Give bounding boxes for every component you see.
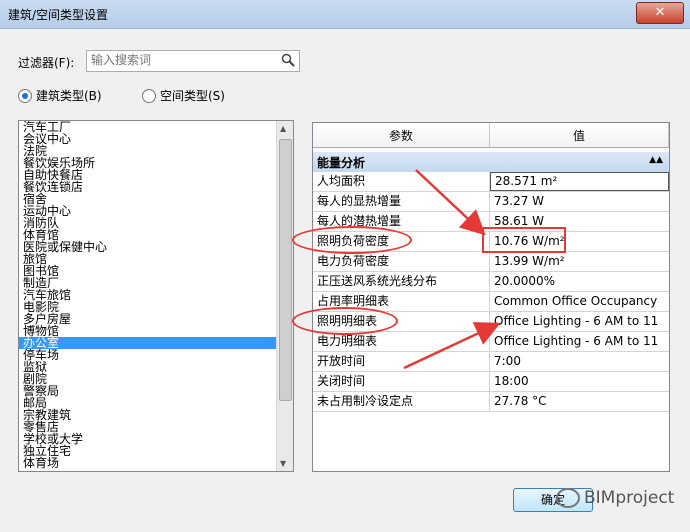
title-bar: 建筑/空间类型设置 ✕ xyxy=(0,0,690,29)
param-name: 开放时间 xyxy=(313,352,490,371)
list-item[interactable]: 监狱 xyxy=(19,361,293,373)
table-row: 人均面积 28.571 m² xyxy=(313,172,669,192)
dialog-body: 过滤器(F): 建筑类型(B) 空间类型(S) 汽车工厂会议中心法院餐饮娱乐场所… xyxy=(6,30,684,526)
list-item[interactable]: 警察局 xyxy=(19,385,293,397)
param-value[interactable]: 13.99 W/m² xyxy=(490,252,669,271)
param-name: 每人的显热增量 xyxy=(313,192,490,211)
param-name: 电力负荷密度 xyxy=(313,252,490,271)
search-field[interactable] xyxy=(86,50,300,72)
scroll-up-icon[interactable]: ▲ xyxy=(280,124,286,133)
table-row: 关闭时间 18:00 xyxy=(313,372,669,392)
scroll-thumb[interactable] xyxy=(279,139,292,401)
list-item[interactable]: 独立住宅 xyxy=(19,445,293,457)
table-row: 每人的显热增量 73.27 W xyxy=(313,192,669,212)
radio-space-type[interactable]: 空间类型(S) xyxy=(142,87,225,104)
list-item[interactable]: 多户房屋 xyxy=(19,313,293,325)
table-row: 开放时间 7:00 xyxy=(313,352,669,372)
param-name: 正压送风系统光线分布 xyxy=(313,272,490,291)
param-value[interactable]: 28.571 m² xyxy=(490,172,669,191)
list-item[interactable]: 停车场 xyxy=(19,349,293,361)
grid-rows: 人均面积 28.571 m² 每人的显热增量 73.27 W 每人的潜热增量 58.61 … xyxy=(313,172,669,412)
list-item[interactable]: 图书馆 xyxy=(19,265,293,277)
window-title: 建筑/空间类型设置 xyxy=(8,8,109,22)
param-value[interactable]: Common Office Occupancy xyxy=(490,292,669,311)
close-button[interactable]: ✕ xyxy=(636,2,684,24)
table-row: 电力负荷密度 13.99 W/m² xyxy=(313,252,669,272)
column-header-value[interactable]: 值 xyxy=(490,123,669,147)
building-type-list[interactable]: 汽车工厂 会议中心 法院 餐饮娱乐场所 自助快餐店 餐饮连锁店 宿舍 运动中心 消防队 体育馆 医院… xyxy=(18,120,294,472)
radio-building-type-label: 建筑类型(B) xyxy=(36,89,102,103)
wechat-icon xyxy=(556,488,580,508)
list-item[interactable]: 会议中心 xyxy=(19,133,293,145)
group-label: 能量分析 xyxy=(317,155,366,170)
list-item[interactable]: 医院或保健中心 xyxy=(19,241,293,253)
grid-header: 参数 值 xyxy=(313,123,669,148)
table-row: 电力明细表 Office Lighting - 6 AM to 11 xyxy=(313,332,669,352)
list-items: 汽车工厂 会议中心 法院 餐饮娱乐场所 自助快餐店 餐饮连锁店 宿舍 运动中心 消防队 体育馆 医院… xyxy=(19,121,293,469)
collapse-icon[interactable]: ▲▲ xyxy=(649,155,663,165)
properties-grid: 参数 值 能量分析 ▲▲ 人均面积 28.571 m² 每人的显热增量 73.27 W… xyxy=(312,122,670,472)
list-item[interactable]: 旅馆 xyxy=(19,253,293,265)
radio-building-type[interactable]: 建筑类型(B) xyxy=(18,87,102,104)
list-scrollbar[interactable]: ▲ ▼ xyxy=(276,121,293,471)
search-icon[interactable] xyxy=(281,53,295,67)
table-row: 未占用制冷设定点 27.78 °C xyxy=(313,392,669,412)
column-header-parameter[interactable]: 参数 xyxy=(313,123,490,147)
watermark: BIMproject xyxy=(556,488,674,508)
radio-unselected-icon xyxy=(142,88,156,103)
annotation-ellipse-lighting-density xyxy=(292,226,412,254)
list-item[interactable]: 消防队 xyxy=(19,217,293,229)
list-item[interactable]: 运动中心 xyxy=(19,205,293,217)
param-value[interactable]: Office Lighting - 6 AM to 11 xyxy=(490,312,669,331)
annotation-box-lighting-density xyxy=(482,227,566,253)
scroll-down-icon[interactable]: ▼ xyxy=(280,459,286,468)
param-name: 未占用制冷设定点 xyxy=(313,392,490,411)
list-item[interactable]: 博物馆 xyxy=(19,325,293,337)
list-item[interactable]: 宗教建筑 xyxy=(19,409,293,421)
search-input[interactable] xyxy=(87,51,275,69)
param-name: 关闭时间 xyxy=(313,372,490,391)
param-value[interactable]: 27.78 °C xyxy=(490,392,669,411)
watermark-text: BIMproject xyxy=(584,488,675,508)
param-value[interactable]: Office Lighting - 6 AM to 11 xyxy=(490,332,669,351)
list-item[interactable]: 办公室 xyxy=(19,337,293,349)
radio-space-type-label: 空间类型(S) xyxy=(160,89,225,103)
param-value[interactable]: 73.27 W xyxy=(490,192,669,211)
group-energy-analysis[interactable]: 能量分析 ▲▲ xyxy=(313,152,669,172)
annotation-ellipse-lighting-schedule xyxy=(292,307,398,335)
param-value[interactable]: 7:00 xyxy=(490,352,669,371)
radio-selected-icon xyxy=(18,88,32,103)
filter-label: 过滤器(F): xyxy=(18,56,75,70)
table-row: 正压送风系统光线分布 20.0000% xyxy=(313,272,669,292)
list-item[interactable]: 汽车旅馆 xyxy=(19,289,293,301)
list-item[interactable]: 剧院 xyxy=(19,373,293,385)
list-item[interactable]: 体育场 xyxy=(19,457,293,469)
param-name: 人均面积 xyxy=(313,172,490,191)
param-value[interactable]: 18:00 xyxy=(490,372,669,391)
list-item[interactable]: 餐饮连锁店 xyxy=(19,181,293,193)
param-value[interactable]: 20.0000% xyxy=(490,272,669,291)
